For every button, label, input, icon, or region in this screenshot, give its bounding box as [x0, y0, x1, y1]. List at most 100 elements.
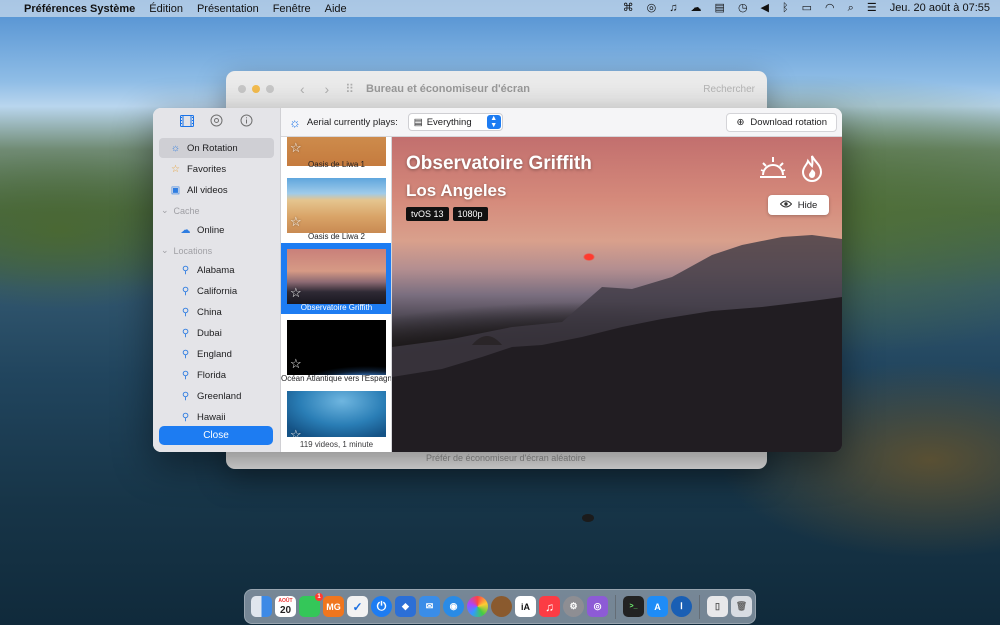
status-dashboard-icon[interactable]: ⌘ [623, 0, 634, 17]
power-icon[interactable]: ⏻ [371, 596, 392, 617]
window-zoom-dot[interactable] [266, 85, 274, 93]
menu-aide[interactable]: Aide [325, 3, 347, 15]
ia-writer-icon[interactable]: iA [515, 596, 536, 617]
volume-icon[interactable]: ◀ [761, 0, 769, 17]
sidebar-item-location[interactable]: ⚲ California [159, 281, 274, 301]
video-thumbnail-selected[interactable]: ☆ Observatoire Griffith [281, 243, 391, 314]
location-pin-icon: ⚲ [181, 369, 190, 381]
sidebar-item-label: Florida [197, 369, 227, 381]
sidebar-item-location[interactable]: ⚲ England [159, 344, 274, 364]
mail-icon[interactable]: ✉ [419, 596, 440, 617]
playback-select[interactable]: ▤ Everything ▲ ▼ [407, 113, 503, 131]
sidebar-item-label: England [197, 348, 232, 360]
password-manager-icon[interactable]: Ⅰ [671, 596, 692, 617]
sidebar-item-location[interactable]: ⚲ Hawaii [159, 407, 274, 427]
sun-icon: ☼ [289, 114, 301, 130]
close-button[interactable]: Close [159, 426, 273, 445]
menu-app-name[interactable]: Préférences Système [24, 3, 135, 15]
finder-icon[interactable] [251, 596, 272, 617]
cloud-sync-icon[interactable]: ☁ [691, 0, 702, 17]
music-icon[interactable]: ♫ [539, 596, 560, 617]
sidebar-item-location[interactable]: ⚲ Dubai [159, 323, 274, 343]
video-thumbnail[interactable]: ☆ Océan Atlantique vers l'Espagne [281, 314, 391, 385]
star-icon[interactable]: ☆ [290, 141, 302, 154]
control-center-icon[interactable]: ☰ [867, 0, 877, 17]
grid-icon[interactable]: ⠿ [345, 82, 354, 96]
status-circle-icon[interactable]: ◎ [647, 0, 657, 17]
sidebar-item-location[interactable]: ⚲ China [159, 302, 274, 322]
eye-icon [779, 200, 792, 211]
sidebar-item-label: On Rotation [187, 142, 238, 154]
dock-separator [699, 594, 700, 619]
dock: AOÛT 20 1 MG ✓ ⏻ ◆ ✉ ◉ iA ♫ ⚙ ◎ >_ A Ⅰ ▯… [244, 589, 756, 624]
toolbar: ☼ Aerial currently plays: ▤ Everything ▲… [281, 108, 842, 137]
star-icon[interactable]: ☆ [290, 357, 302, 370]
menu-presentation[interactable]: Présentation [197, 3, 259, 15]
back-forward-icon[interactable]: ‹ › [300, 81, 337, 97]
sidebar-item-label: Alabama [197, 264, 235, 276]
video-thumbnail-list[interactable]: ☆ Oasis de Liwa 1 ☆ Oasis de Liwa 2 ☆ Ob… [281, 137, 392, 452]
safari-icon[interactable]: ◉ [443, 596, 464, 617]
tasks-icon[interactable]: ✓ [347, 596, 368, 617]
location-pin-icon: ⚲ [181, 306, 190, 318]
bird-app-icon[interactable]: ◆ [395, 596, 416, 617]
thumbnail-caption: Oasis de Liwa 1 [308, 160, 365, 169]
gear-icon[interactable] [209, 113, 224, 128]
calendar-day: 20 [279, 604, 292, 616]
system-preferences-icon[interactable]: ⚙ [563, 596, 584, 617]
preview-subtitle: Los Angeles [406, 181, 507, 200]
video-preview: Observatoire Griffith Los Angeles tvOS 1… [392, 137, 842, 452]
os-badge: tvOS 13 [406, 207, 449, 221]
sidebar-header-locations[interactable]: ⌄ Locations [159, 241, 274, 260]
menu-edition[interactable]: Édition [149, 3, 183, 15]
calendar-icon[interactable]: AOÛT 20 [275, 596, 296, 617]
messages-icon[interactable]: 1 [299, 593, 323, 617]
background-search-field[interactable]: Rechercher [703, 84, 755, 95]
terminal-icon[interactable]: >_ [623, 596, 644, 617]
downloads-folder-icon[interactable]: ▯ [707, 596, 728, 617]
star-icon[interactable]: ☆ [290, 286, 302, 299]
messages-badge: 1 [315, 593, 323, 601]
playback-select-value: Everything [426, 116, 472, 128]
photos-icon[interactable] [467, 596, 488, 617]
sidebar-item-all-videos[interactable]: ▣ All videos [159, 180, 274, 200]
film-icon[interactable] [179, 113, 194, 128]
select-stepper-icon: ▲ ▼ [486, 115, 501, 129]
sidebar-item-label: All videos [187, 184, 228, 196]
bluetooth-icon[interactable]: ᛒ [782, 0, 789, 17]
aerial-panel: ☼ On Rotation ☆ Favorites ▣ All videos ⌄… [153, 108, 842, 452]
star-icon[interactable]: ☆ [290, 215, 302, 228]
app-store-icon[interactable]: A [647, 596, 668, 617]
sidebar-item-favorites[interactable]: ☆ Favorites [159, 159, 274, 179]
sidebar-item-location[interactable]: ⚲ Florida [159, 365, 274, 385]
background-window-titlebar: ‹ › ⠿ Bureau et économiseur d'écran Rech… [226, 71, 767, 107]
menu-meter-icon[interactable]: ▤ [715, 0, 725, 17]
window-minimize-dot[interactable] [252, 85, 260, 93]
battery-icon[interactable]: ▭ [802, 0, 812, 17]
music-icon[interactable]: ♫ [669, 0, 677, 17]
sidebar-item-location[interactable]: ⚲ Alabama [159, 260, 274, 280]
info-icon[interactable] [239, 113, 254, 128]
menu-clock[interactable]: Jeu. 20 août à 07:55 [890, 0, 990, 17]
video-count-footer: 119 videos, 1 minute [281, 437, 391, 452]
search-icon[interactable]: ⌕ [848, 0, 854, 17]
podcasts-icon[interactable]: ◎ [587, 596, 608, 617]
preview-badges: tvOS 13 1080p [406, 207, 488, 221]
sidebar-item-label: Favorites [187, 163, 227, 175]
video-thumbnail[interactable]: ☆ Oasis de Liwa 1 [281, 137, 391, 172]
time-machine-icon[interactable]: ◷ [738, 0, 748, 17]
sidebar-header-cache[interactable]: ⌄ Cache [159, 201, 274, 220]
trash-icon[interactable]: 🗑 [731, 596, 752, 617]
sidebar-item-location[interactable]: ⚲ Greenland [159, 386, 274, 406]
sidebar-item-online[interactable]: ☁ Online [159, 220, 274, 240]
window-close-dot[interactable] [238, 85, 246, 93]
video-thumbnail[interactable]: ☆ Oasis de Liwa 2 [281, 172, 391, 243]
wifi-icon[interactable]: ◠ [825, 0, 835, 17]
sidebar-item-on-rotation[interactable]: ☼ On Rotation [159, 138, 274, 158]
download-rotation-button[interactable]: ⊕ Download rotation [726, 112, 837, 132]
hide-button[interactable]: Hide [768, 195, 829, 215]
acorn-icon[interactable] [491, 596, 512, 617]
sidebar-item-label: China [197, 306, 222, 318]
menu-fenetre[interactable]: Fenêtre [273, 3, 311, 15]
mg-app-icon[interactable]: MG [323, 596, 344, 617]
